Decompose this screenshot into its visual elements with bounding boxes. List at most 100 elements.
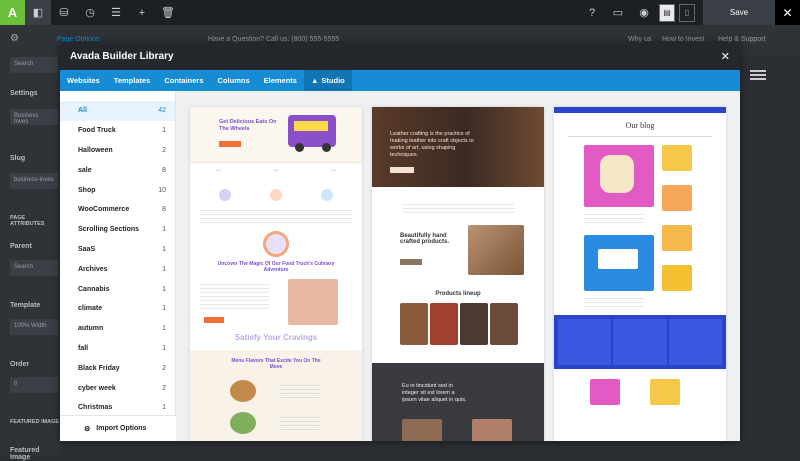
- category-item[interactable]: Archives 1: [60, 259, 175, 279]
- help-icon[interactable]: ?: [579, 0, 605, 25]
- preview-text-lines: [584, 295, 644, 309]
- tab-templates[interactable]: Templates: [107, 70, 158, 91]
- preview-text-lines: [402, 201, 514, 215]
- category-label: Archives: [78, 265, 108, 273]
- category-label: fall: [78, 344, 89, 352]
- preview-text-lines: [280, 414, 320, 430]
- library-body: All 42 Food Truck 1 Halloween 2 sale 8 Shop 1…: [60, 91, 740, 441]
- category-count: 2: [162, 364, 166, 372]
- tab-elements[interactable]: Elements: [257, 70, 304, 91]
- category-count: 1: [162, 226, 166, 234]
- nav-link[interactable]: Help & Support: [718, 36, 765, 43]
- gear-icon: ⚙: [84, 425, 91, 433]
- preview-card-leather[interactable]: Leather crafting is the practice of maki…: [372, 107, 544, 441]
- builder-toolbar: A ◧ ⛁ ◷ ☰ + 🗑 ? ▭ ◉ ▤ ▯ Save ✕: [0, 0, 800, 25]
- page-view-icon[interactable]: ▤: [659, 3, 675, 22]
- business-field[interactable]: Business Inves: [10, 109, 58, 125]
- save-button[interactable]: Save: [703, 0, 775, 25]
- template-label: Template: [10, 302, 41, 309]
- leather-photo: [468, 225, 524, 275]
- desktop-preview-icon[interactable]: ▭: [605, 0, 631, 25]
- preview-card-food-truck[interactable]: Get Delicious Eats On The Wheels ▪ ▪ ▪ ▪ …: [190, 107, 362, 441]
- category-item[interactable]: SaaS 1: [60, 240, 175, 260]
- preview-eye-icon[interactable]: ◉: [631, 0, 657, 25]
- toggle-icon[interactable]: ☰: [103, 0, 129, 25]
- category-count: 2: [162, 146, 166, 154]
- parent-field[interactable]: Search: [10, 260, 58, 276]
- history-icon[interactable]: ◷: [77, 0, 103, 25]
- category-count: 1: [162, 127, 166, 135]
- product-photo: [460, 303, 488, 345]
- product-photo: [490, 303, 518, 345]
- category-count: 8: [162, 206, 166, 214]
- page-blank-icon[interactable]: ▯: [679, 3, 695, 22]
- post-thumb: [662, 145, 692, 171]
- import-options-button[interactable]: ⚙ Import Options: [60, 415, 176, 441]
- category-list: All 42 Food Truck 1 Halloween 2 sale 8 Shop 1…: [60, 91, 176, 441]
- category-label: Cannabis: [78, 285, 110, 293]
- category-label: SaaS: [78, 245, 96, 253]
- preview-hero-title: Get Delicious Eats On The Wheels: [219, 119, 277, 132]
- hamburger-icon[interactable]: [750, 70, 766, 80]
- category-label: WooCommerce: [78, 206, 130, 214]
- food-photo: [230, 380, 256, 402]
- category-count: 2: [162, 384, 166, 392]
- slug-field[interactable]: business-inves: [10, 173, 58, 189]
- food-truck-image: [288, 115, 336, 147]
- sidebar-toggle-icon[interactable]: ◧: [25, 0, 51, 25]
- add-icon[interactable]: +: [129, 0, 155, 25]
- page-options-tab[interactable]: Page Options: [57, 36, 99, 43]
- sidebar-search-input[interactable]: Search: [10, 57, 58, 73]
- food-photo: [230, 412, 256, 434]
- category-item[interactable]: Cannabis 1: [60, 279, 175, 299]
- category-item[interactable]: cyber week 2: [60, 378, 175, 398]
- import-options-label: Import Options: [96, 425, 147, 432]
- category-item[interactable]: fall 1: [60, 339, 175, 359]
- close-builder-icon[interactable]: ✕: [775, 0, 800, 25]
- category-item[interactable]: Halloween 2: [60, 141, 175, 161]
- trash-icon[interactable]: 🗑: [155, 0, 181, 25]
- order-field[interactable]: 0: [10, 377, 58, 393]
- category-item[interactable]: Scrolling Sections 1: [60, 220, 175, 240]
- category-label: autumn: [78, 325, 104, 333]
- preview-story-block: [190, 279, 362, 331]
- category-count: 1: [162, 344, 166, 352]
- tab-columns[interactable]: Columns: [211, 70, 257, 91]
- category-count: 42: [158, 107, 166, 115]
- category-count: 1: [162, 265, 166, 273]
- feature-icon: [219, 189, 232, 201]
- nav-link[interactable]: How to Invest: [662, 36, 704, 43]
- nav-link[interactable]: Why us: [628, 36, 651, 43]
- tab-studio[interactable]: ▲ Studio: [303, 70, 352, 91]
- category-item[interactable]: Food Truck 1: [60, 121, 175, 141]
- category-label: sale: [78, 166, 92, 174]
- post-image-detail: [600, 155, 634, 193]
- category-count: 1: [162, 404, 166, 412]
- category-item[interactable]: Shop 10: [60, 180, 175, 200]
- post-thumb: [590, 379, 620, 405]
- blue-card: [613, 319, 667, 365]
- preview-icons: [190, 177, 362, 207]
- library-icon[interactable]: ⛁: [51, 0, 77, 25]
- close-icon[interactable]: ✕: [721, 50, 730, 63]
- category-item[interactable]: climate 1: [60, 299, 175, 319]
- preview-menu-title: Menu Flavors That Excite You On The Move: [231, 358, 321, 370]
- category-item[interactable]: autumn 1: [60, 319, 175, 339]
- category-item[interactable]: All 42: [60, 101, 175, 121]
- post-thumb: [662, 265, 692, 291]
- tab-containers[interactable]: Containers: [157, 70, 210, 91]
- avada-logo[interactable]: A: [0, 0, 25, 25]
- page-options-sidebar: ⚙ Search Settings Business Inves Slug bu…: [0, 25, 60, 461]
- template-field[interactable]: 100% Width: [10, 319, 58, 335]
- preview-card-blog[interactable]: Our blog: [554, 107, 726, 441]
- preview-blog-title: Our blog: [625, 121, 655, 130]
- gear-icon[interactable]: ⚙: [10, 33, 19, 44]
- tab-websites[interactable]: Websites: [60, 70, 107, 91]
- preview-button: [390, 167, 414, 173]
- person-photo: [288, 279, 338, 325]
- preview-story-title: Uncover The Magic Of Our Food Truck's Cu…: [217, 261, 335, 273]
- category-item[interactable]: sale 8: [60, 160, 175, 180]
- category-item[interactable]: Black Friday 2: [60, 358, 175, 378]
- category-item[interactable]: WooCommerce 8: [60, 200, 175, 220]
- library-tabs: Websites Templates Containers Columns El…: [60, 70, 740, 91]
